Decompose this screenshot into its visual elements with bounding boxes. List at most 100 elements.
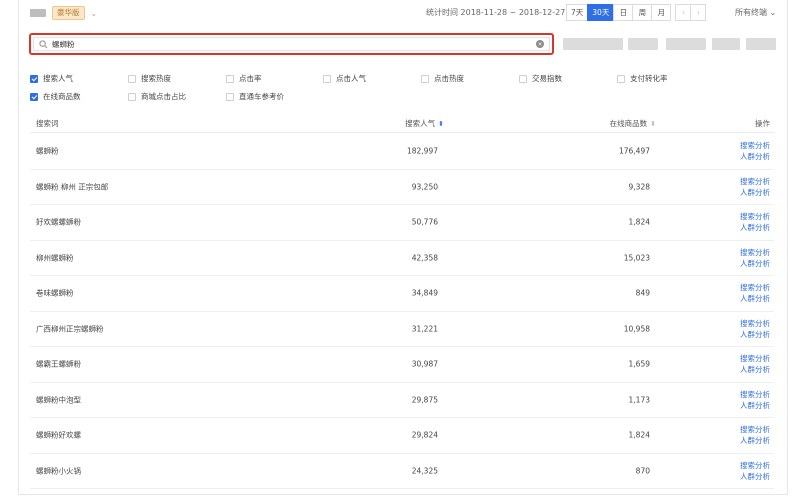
crowd-analysis-link[interactable]: 人群分析 (740, 222, 770, 233)
metric-label: 商城点击占比 (141, 92, 186, 101)
header-popularity[interactable]: 搜索人气 ⬍ (405, 118, 444, 129)
cell-ops: 搜索分析 人群分析 (740, 211, 770, 233)
range-7d-button[interactable]: 7天 (566, 4, 589, 21)
search-analysis-link[interactable]: 搜索分析 (740, 318, 770, 329)
crowd-analysis-link[interactable]: 人群分析 (740, 435, 770, 446)
blurred-placeholder (563, 38, 623, 50)
header-products[interactable]: 在线商品数 ⬍ (610, 118, 656, 129)
metric-checkbox-pay-conversion[interactable]: 支付转化率 (617, 73, 668, 84)
terminal-select[interactable]: 所有终端 ⌄ (735, 4, 776, 22)
cell-term: 卷味螺蛳粉 (36, 288, 74, 298)
checkbox[interactable] (30, 92, 38, 101)
date-range-label: 统计时间 2018-11-28 ~ 2018-12-27 (426, 8, 566, 17)
blurred-placeholder (712, 38, 740, 50)
checkbox[interactable] (226, 74, 234, 83)
header-popularity-label: 搜索人气 (405, 119, 436, 128)
cell-term: 螺蛳粉小火锅 (36, 466, 81, 476)
metric-checkbox-click-popularity[interactable]: 点击人气 (323, 73, 366, 84)
cell-ops: 搜索分析 人群分析 (740, 353, 770, 375)
metric-label: 搜索热度 (141, 74, 171, 83)
edition-badge[interactable]: 豪华版 (52, 6, 85, 20)
checkbox[interactable] (323, 74, 331, 83)
table-row: 螺蛳粉小火锅 24,325 870 搜索分析 人群分析 (30, 454, 774, 489)
search-analysis-link[interactable]: 搜索分析 (740, 247, 770, 258)
cell-term: 螺蛳粉 (36, 146, 59, 156)
checkbox[interactable] (128, 92, 136, 101)
blurred-placeholder (628, 38, 658, 50)
cell-popularity: 93,250 (411, 182, 438, 192)
table-row: 螺蛳粉好欢螺 29,824 1,824 搜索分析 人群分析 (30, 418, 774, 454)
metric-checkbox-click-heat[interactable]: 点击热度 (421, 73, 464, 84)
crowd-analysis-link[interactable]: 人群分析 (740, 364, 770, 375)
cell-term: 螺蛳粉中泡型 (36, 395, 81, 405)
search-value: 螺蛳粉 (52, 39, 75, 49)
crowd-analysis-link[interactable]: 人群分析 (740, 471, 770, 482)
search-analysis-link[interactable]: 搜索分析 (740, 460, 770, 471)
cell-products: 849 (635, 288, 650, 298)
blurred-shop-name (30, 9, 46, 17)
table-row: 广西柳州正宗螺蛳粉 31,221 10,958 搜索分析 人群分析 (30, 312, 774, 347)
cell-ops: 搜索分析 人群分析 (740, 318, 770, 340)
cell-popularity: 50,776 (411, 217, 438, 227)
metric-label: 点击热度 (434, 74, 464, 83)
metric-checkbox-ztc-price[interactable]: 直通车参考价 (226, 91, 284, 102)
table-row: 螺蛳粉中泡型 29,875 1,173 搜索分析 人群分析 (30, 383, 774, 418)
cell-ops: 搜索分析 人群分析 (740, 424, 770, 446)
metric-checkbox-trade-index[interactable]: 交易指数 (519, 73, 562, 84)
metric-checkbox-online-products[interactable]: 在线商品数 (30, 91, 81, 102)
checkbox[interactable] (617, 74, 625, 83)
header-term: 搜索词 (36, 119, 59, 128)
search-analysis-link[interactable]: 搜索分析 (740, 211, 770, 222)
next-period-button[interactable]: › (690, 4, 707, 21)
cell-term: 螺霸王螺蛳粉 (36, 359, 81, 369)
crowd-analysis-link[interactable]: 人群分析 (740, 258, 770, 269)
table-row: 卷味螺蛳粉 34,849 849 搜索分析 人群分析 (30, 276, 774, 312)
checkbox[interactable] (128, 74, 136, 83)
prev-period-button[interactable]: ‹ (675, 4, 692, 21)
range-day-button[interactable]: 日 (613, 4, 634, 21)
checkbox[interactable] (519, 74, 527, 83)
metric-checkbox-search-popularity[interactable]: 搜索人气 (30, 73, 73, 84)
search-analysis-link[interactable]: 搜索分析 (740, 424, 770, 435)
search-analysis-link[interactable]: 搜索分析 (740, 389, 770, 400)
checkbox[interactable] (226, 92, 234, 101)
range-week-button[interactable]: 周 (632, 4, 653, 21)
cell-popularity: 30,987 (411, 359, 438, 369)
crowd-analysis-link[interactable]: 人群分析 (740, 187, 770, 198)
search-input[interactable]: 螺蛳粉 × (33, 37, 550, 51)
clear-icon[interactable]: × (536, 40, 544, 48)
cell-products: 1,824 (628, 217, 650, 227)
search-analysis-link[interactable]: 搜索分析 (740, 282, 770, 293)
cell-popularity: 34,849 (411, 288, 438, 298)
crowd-analysis-link[interactable]: 人群分析 (740, 151, 770, 162)
sort-icon[interactable]: ⬍ (650, 120, 656, 128)
cell-ops: 搜索分析 人群分析 (740, 389, 770, 411)
metric-checkbox-ctr[interactable]: 点击率 (226, 73, 262, 84)
crowd-analysis-link[interactable]: 人群分析 (740, 293, 770, 304)
cell-ops: 搜索分析 人群分析 (740, 460, 770, 482)
chevron-down-icon[interactable]: ⌄ (91, 9, 98, 18)
range-month-button[interactable]: 月 (651, 4, 672, 21)
checkbox[interactable] (421, 74, 429, 83)
sort-desc-icon[interactable]: ⬍ (438, 120, 444, 128)
cell-popularity: 29,824 (411, 430, 438, 440)
search-analysis-link[interactable]: 搜索分析 (740, 176, 770, 187)
checkbox[interactable] (30, 74, 38, 83)
cell-term: 螺蛳粉 柳州 正宗包邮 (36, 182, 109, 192)
cell-popularity: 31,221 (411, 324, 438, 334)
crowd-analysis-link[interactable]: 人群分析 (740, 400, 770, 411)
cell-ops: 搜索分析 人群分析 (740, 140, 770, 162)
range-30d-button[interactable]: 30天 (587, 4, 615, 21)
cell-ops: 搜索分析 人群分析 (740, 282, 770, 304)
metric-label: 直通车参考价 (239, 92, 284, 101)
blurred-placeholder (666, 38, 706, 50)
range-selector: 7天 30天 日 周 月 ‹ › (566, 4, 707, 21)
cell-products: 1,824 (628, 430, 650, 440)
cell-products: 1,659 (628, 359, 650, 369)
metric-checkbox-mall-click-share[interactable]: 商城点击占比 (128, 91, 186, 102)
metric-checkbox-search-heat[interactable]: 搜索热度 (128, 73, 171, 84)
search-analysis-link[interactable]: 搜索分析 (740, 140, 770, 151)
table-row: 螺霸王螺蛳粉 30,987 1,659 搜索分析 人群分析 (30, 347, 774, 383)
search-analysis-link[interactable]: 搜索分析 (740, 353, 770, 364)
crowd-analysis-link[interactable]: 人群分析 (740, 329, 770, 340)
